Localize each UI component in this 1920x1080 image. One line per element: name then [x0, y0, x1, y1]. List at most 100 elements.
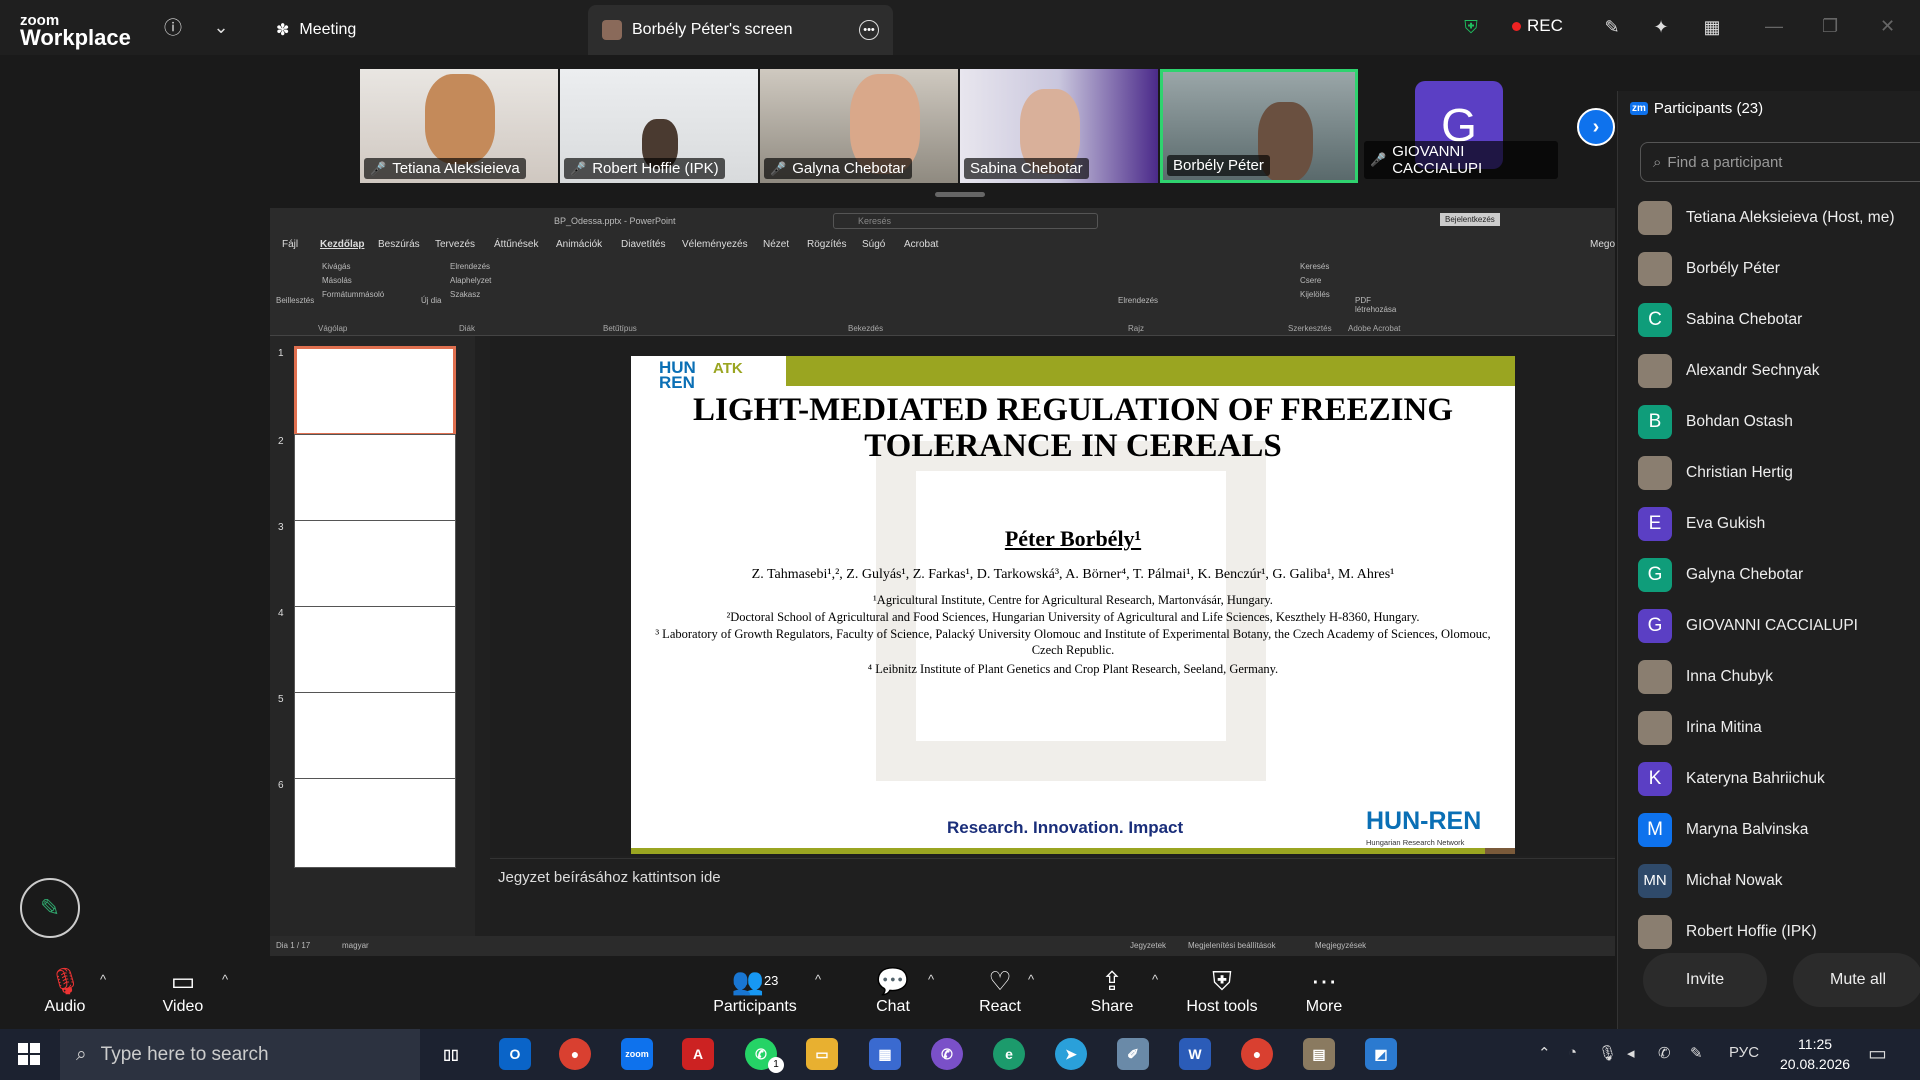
host-tools-button[interactable]: ⛨ Host tools: [1186, 964, 1258, 1016]
speaker-icon[interactable]: ◂: [1627, 1044, 1635, 1062]
participant-row[interactable]: Irina Mitina: [1638, 702, 1918, 753]
video-tile[interactable]: 🎤 Robert Hoffie (IPK): [560, 69, 758, 183]
apps-icon[interactable]: ▦: [1699, 14, 1725, 40]
menu-file[interactable]: Fájl: [282, 239, 298, 250]
recording-indicator[interactable]: REC: [1512, 16, 1563, 36]
video-tile-active-speaker[interactable]: Borbély Péter: [1160, 69, 1358, 183]
restore-icon[interactable]: ❐: [1822, 16, 1838, 37]
participant-row[interactable]: Alexandr Sechnyak: [1638, 345, 1918, 396]
participant-search-input[interactable]: ⌕ Find a participant: [1640, 142, 1920, 182]
menu-home[interactable]: Kezdőlap: [320, 239, 364, 250]
task-view-icon[interactable]: ▯▯: [435, 1038, 467, 1070]
notes-toggle[interactable]: Jegyzetek: [1130, 941, 1166, 950]
participant-row[interactable]: G Galyna Chebotar: [1638, 549, 1918, 600]
zoom-taskbar-icon[interactable]: zoom: [621, 1038, 653, 1070]
minimize-icon[interactable]: —: [1765, 16, 1783, 37]
menu-slideshow[interactable]: Diavetítés: [621, 239, 665, 250]
clock[interactable]: 11:25 20.08.2026: [1780, 1034, 1850, 1074]
app-icon[interactable]: ◩: [1365, 1038, 1397, 1070]
chat-options-caret[interactable]: ^: [928, 972, 934, 987]
share-options-caret[interactable]: ^: [1152, 972, 1158, 987]
edge-icon[interactable]: e: [993, 1038, 1025, 1070]
photos-icon[interactable]: ▤: [1303, 1038, 1335, 1070]
pen-icon[interactable]: ✎: [1690, 1044, 1703, 1062]
participant-row[interactable]: E Eva Gukish: [1638, 498, 1918, 549]
wifi-icon[interactable]: ◔: [1568, 1044, 1577, 1061]
participant-row[interactable]: Christian Hertig: [1638, 447, 1918, 498]
video-tile[interactable]: Sabina Chebotar: [960, 69, 1158, 183]
slide-thumbnail[interactable]: [294, 434, 456, 524]
video-tile[interactable]: 🎤 Tetiana Aleksieieva: [360, 69, 558, 183]
slide-thumbnail[interactable]: [294, 520, 456, 610]
chevron-down-icon[interactable]: ⌄: [208, 14, 234, 40]
copy-button[interactable]: Másolás: [322, 276, 352, 285]
share-button[interactable]: ⇪ Share: [1090, 964, 1134, 1016]
slide[interactable]: HUN REN ATK LIGHT-MEDIATED REGULATION OF…: [631, 356, 1515, 854]
menu-share[interactable]: Megosztás: [1590, 239, 1615, 250]
display-settings[interactable]: Megjelenítési beállítások: [1188, 941, 1276, 950]
video-tile[interactable]: G 🎤 GIOVANNI CACCIALUPI: [1360, 69, 1558, 183]
participant-row[interactable]: Tetiana Aleksieieva (Host, me): [1638, 192, 1918, 243]
slide-thumbnail[interactable]: [294, 346, 456, 436]
arrange-button[interactable]: Elrendezés: [1118, 296, 1158, 305]
select-button[interactable]: Kijelölés: [1300, 290, 1330, 299]
video-options-caret[interactable]: ^: [222, 972, 228, 987]
comments-toggle[interactable]: Megjegyzések: [1315, 941, 1366, 950]
menu-animations[interactable]: Animációk: [556, 239, 602, 250]
language-indicator[interactable]: РУС: [1729, 1044, 1759, 1061]
section-button[interactable]: Szakasz: [450, 290, 480, 299]
slide-thumbnail[interactable]: [294, 606, 456, 696]
more-button[interactable]: ⋯ More: [1304, 964, 1344, 1016]
format-painter-button[interactable]: Formátummásoló: [322, 290, 384, 299]
find-button[interactable]: Keresés: [1300, 262, 1329, 271]
slide-thumbnail[interactable]: [294, 778, 456, 868]
audio-options-caret[interactable]: ^: [100, 972, 106, 987]
meeting-tab[interactable]: ✽ Meeting: [262, 5, 370, 55]
ppt-search[interactable]: Keresés: [833, 213, 1098, 229]
cut-button[interactable]: Kivágás: [322, 262, 350, 271]
participant-row[interactable]: Borbély Péter: [1638, 243, 1918, 294]
paste-button[interactable]: Beillesztés: [276, 296, 314, 305]
react-button[interactable]: ♡ React: [978, 964, 1022, 1016]
participant-row[interactable]: C Sabina Chebotar: [1638, 294, 1918, 345]
annotate-icon[interactable]: ✎: [1599, 14, 1625, 40]
annotation-pencil-button[interactable]: ✎: [20, 878, 80, 938]
menu-review[interactable]: Véleményezés: [682, 239, 748, 250]
store-icon[interactable]: ▦: [869, 1038, 901, 1070]
resize-handle[interactable]: [935, 192, 985, 197]
chrome-icon[interactable]: ●: [1241, 1038, 1273, 1070]
microphone-icon[interactable]: 🎙: [1598, 1044, 1617, 1062]
word-icon[interactable]: W: [1179, 1038, 1211, 1070]
chrome-icon[interactable]: ●: [559, 1038, 591, 1070]
replace-button[interactable]: Csere: [1300, 276, 1321, 285]
invite-button[interactable]: Invite: [1643, 953, 1767, 1007]
windows-start-icon[interactable]: [18, 1043, 40, 1065]
menu-help[interactable]: Súgó: [862, 239, 885, 250]
participant-row[interactable]: Inna Chubyk: [1638, 651, 1918, 702]
participant-row[interactable]: B Bohdan Ostash: [1638, 396, 1918, 447]
video-tile[interactable]: 🎤 Galyna Chebotar: [760, 69, 958, 183]
participants-options-caret[interactable]: ^: [815, 972, 821, 987]
file-explorer-icon[interactable]: ▭: [806, 1038, 838, 1070]
new-slide-button[interactable]: Új dia: [421, 296, 441, 305]
menu-acrobat[interactable]: Acrobat: [904, 239, 938, 250]
telegram-icon[interactable]: ➤: [1055, 1038, 1087, 1070]
outlook-icon[interactable]: O: [499, 1038, 531, 1070]
close-icon[interactable]: ✕: [1880, 16, 1895, 37]
create-pdf-button[interactable]: PDF létrehozása: [1355, 296, 1399, 314]
paint-icon[interactable]: ✐: [1117, 1038, 1149, 1070]
participant-row[interactable]: M Maryna Balvinska: [1638, 804, 1918, 855]
viber-tray-icon[interactable]: ✆: [1658, 1044, 1671, 1062]
react-options-caret[interactable]: ^: [1028, 972, 1034, 987]
audio-button[interactable]: 🎙 Audio: [42, 964, 88, 1016]
participant-row[interactable]: MN Michał Nowak: [1638, 855, 1918, 906]
participant-row[interactable]: G GIOVANNI CACCIALUPI: [1638, 600, 1918, 651]
slide-thumbnail[interactable]: [294, 692, 456, 782]
menu-record[interactable]: Rögzítés: [807, 239, 846, 250]
video-button[interactable]: ▭ Video: [158, 964, 208, 1016]
menu-design[interactable]: Tervezés: [435, 239, 475, 250]
chevron-up-icon[interactable]: ⌃: [1538, 1044, 1551, 1062]
participant-row[interactable]: Robert Hoffie (IPK): [1638, 906, 1918, 957]
notes-pane[interactable]: Jegyzet beírásához kattintson ide: [490, 858, 1615, 948]
taskbar-search-input[interactable]: ⌕ Type here to search: [60, 1029, 420, 1080]
